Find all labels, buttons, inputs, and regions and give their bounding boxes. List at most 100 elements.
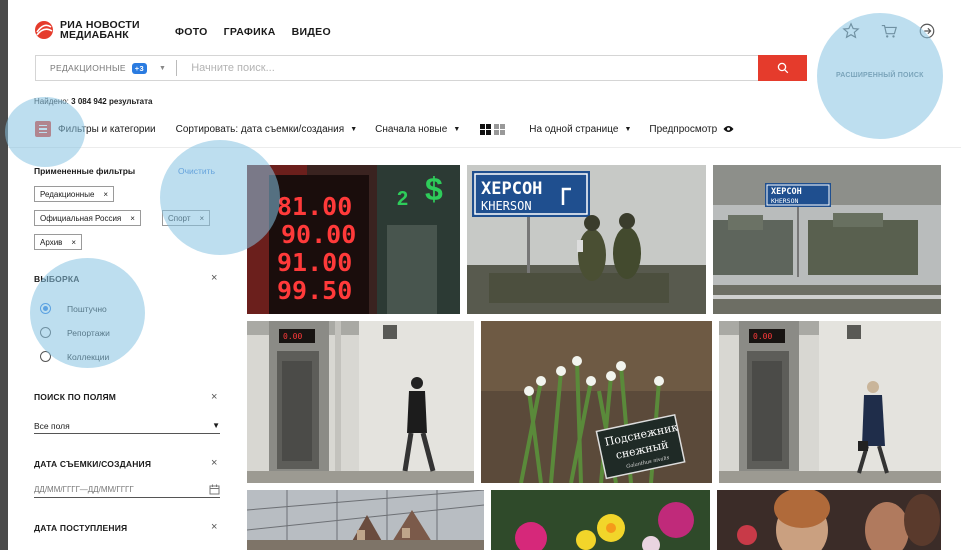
sort-dropdown[interactable]: Сортировать: дата съемки/создания ▼	[176, 124, 358, 135]
date-placeholder: ДД/ММ/ГГГГ—ДД/ММ/ГГГГ	[34, 485, 134, 494]
caret-down-icon: ▼	[212, 421, 220, 430]
radio-icon	[40, 327, 51, 338]
arrival-date-title: ДАТА ПОСТУПЛЕНИЯ	[34, 523, 128, 533]
order-dropdown[interactable]: Сначала новые ▼	[375, 124, 460, 135]
chip-label: Спорт	[168, 213, 191, 223]
preview-label: Предпросмотр	[649, 123, 718, 135]
mosaic-view-icon[interactable]	[494, 123, 506, 135]
field-search-title: ПОИСК ПО ПОЛЯМ	[34, 392, 117, 402]
nav-graphics[interactable]: ГРАФИКА	[224, 26, 276, 38]
svg-text:2: 2	[397, 188, 408, 210]
chip-close-icon[interactable]: ×	[103, 190, 108, 199]
field-search-select[interactable]: Все поля ▼	[34, 418, 220, 434]
sort-label: Сортировать: дата съемки/создания	[175, 123, 345, 135]
photo-exchange-board[interactable]: $ 2 81.00 90.00 91.00 99.50	[247, 165, 460, 314]
radio-selected-icon	[40, 303, 51, 314]
shoot-date-input[interactable]: ДД/ММ/ГГГГ—ДД/ММ/ГГГГ	[34, 482, 220, 498]
search-bar: РЕДАКЦИОННЫЕ +3 ▼	[35, 55, 807, 81]
toolbar-divider	[8, 147, 961, 148]
photo-kherson-soldiers[interactable]: ХЕРСОН KHERSON	[467, 165, 706, 314]
board-value: 90.00	[281, 220, 356, 249]
photo-woman-walking[interactable]: 0.00	[719, 321, 941, 483]
ria-logo-icon	[34, 20, 54, 40]
filter-chip: Спорт ×	[162, 210, 211, 226]
header-icons	[842, 22, 936, 40]
photo-man-walking[interactable]: 0.00	[247, 321, 474, 483]
radio-label: Коллекции	[67, 351, 110, 362]
photo-snowdrops[interactable]: Подснежник снежный Galanthus nivalis	[481, 321, 712, 483]
close-icon[interactable]: ×	[211, 521, 217, 533]
clear-filters-link[interactable]: Очистить	[178, 166, 215, 176]
sign-text: KHERSON	[771, 197, 798, 205]
calendar-icon[interactable]	[209, 484, 220, 495]
order-label: Сначала новые	[375, 123, 448, 135]
source-selector[interactable]: РЕДАКЦИОННЫЕ +3 ▼	[36, 62, 167, 74]
left-edge-strip	[0, 0, 8, 550]
board-value: 0.00	[283, 332, 302, 341]
chip-label: Архив	[40, 237, 63, 247]
eye-icon	[723, 126, 734, 132]
caret-down-icon: ▼	[453, 125, 461, 133]
photo-women-flowers[interactable]	[717, 490, 941, 550]
preview-toggle[interactable]: Предпросмотр	[649, 124, 734, 135]
applied-filters-title: Примененные фильтры	[34, 166, 136, 176]
svg-text:$: $	[425, 171, 443, 207]
board-value: 0.00	[753, 332, 772, 341]
star-icon[interactable]	[842, 22, 860, 40]
search-icon	[777, 62, 788, 74]
caret-down-icon: ▼	[624, 125, 632, 133]
chip-close-icon[interactable]: ×	[130, 214, 135, 223]
caret-down-icon: ▼	[350, 125, 358, 133]
field-search-value: Все поля	[34, 420, 70, 431]
selection-title: ВЫБОРКА	[34, 274, 80, 284]
close-icon[interactable]: ×	[211, 391, 217, 403]
per-page-label: На одной странице	[529, 123, 619, 135]
sign-text: ХЕРСОН	[481, 179, 542, 199]
search-divider	[176, 60, 178, 76]
logout-icon[interactable]	[918, 22, 936, 40]
results-count: Найдено: 3 084 942 результата	[34, 97, 152, 106]
board-value: 99.50	[277, 276, 352, 305]
filters-button[interactable]: Фильтры и категории	[58, 124, 156, 135]
chip-label: Официальная Россия	[40, 213, 122, 223]
radio-label: Репортажи	[67, 327, 110, 338]
sign-text: KHERSON	[481, 199, 532, 213]
chip-label: Редакционные	[40, 189, 95, 199]
grid-view-icon[interactable]	[480, 123, 492, 135]
source-label: РЕДАКЦИОННЫЕ	[50, 63, 126, 73]
view-toggle	[480, 123, 506, 135]
logo-text: РИА НОВОСТИ МЕДИАБАНК	[60, 20, 140, 41]
photo-daffodils[interactable]	[491, 490, 710, 550]
board-value: 91.00	[277, 248, 352, 277]
results-value: 3 084 942 результата	[71, 97, 153, 106]
results-toolbar: Фильтры и категории Сортировать: дата съ…	[35, 120, 734, 138]
per-page-dropdown[interactable]: На одной странице ▼	[529, 124, 631, 135]
nav-photo[interactable]: ФОТО	[175, 26, 208, 38]
logo-line-2: МЕДИАБАНК	[60, 29, 129, 41]
filters-icon[interactable]	[35, 121, 51, 137]
photo-kherson-vehicles[interactable]: ХЕРСОН KHERSON	[713, 165, 941, 314]
top-nav: ФОТО ГРАФИКА ВИДЕО	[175, 26, 331, 38]
advanced-search-link[interactable]: РАСШИРЕННЫЙ ПОИСК	[836, 72, 924, 79]
close-icon[interactable]: ×	[211, 272, 217, 284]
radio-collections[interactable]: Коллекции	[40, 351, 109, 362]
nav-video[interactable]: ВИДЕО	[292, 26, 331, 38]
results-label: Найдено:	[34, 97, 69, 106]
photo-greenhouse[interactable]	[247, 490, 484, 550]
radio-icon	[40, 351, 51, 362]
radio-label: Поштучно	[67, 303, 107, 314]
chip-close-icon[interactable]: ×	[71, 238, 76, 247]
cart-icon[interactable]	[880, 22, 898, 40]
radio-reports[interactable]: Репортажи	[40, 327, 110, 338]
search-button[interactable]	[758, 55, 807, 81]
filter-chip: Архив ×	[34, 234, 83, 250]
logo[interactable]: РИА НОВОСТИ МЕДИАБАНК	[34, 20, 140, 40]
chevron-down-icon: ▼	[158, 64, 167, 72]
filter-chip: Официальная Россия ×	[34, 210, 141, 226]
chip-close-icon[interactable]: ×	[200, 214, 205, 223]
close-icon[interactable]: ×	[211, 457, 217, 469]
radio-single[interactable]: Поштучно	[40, 303, 107, 314]
search-input[interactable]	[191, 62, 722, 74]
filter-chip: Редакционные ×	[34, 186, 115, 202]
shoot-date-title: ДАТА СЪЕМКИ/СОЗДАНИЯ	[34, 459, 152, 469]
